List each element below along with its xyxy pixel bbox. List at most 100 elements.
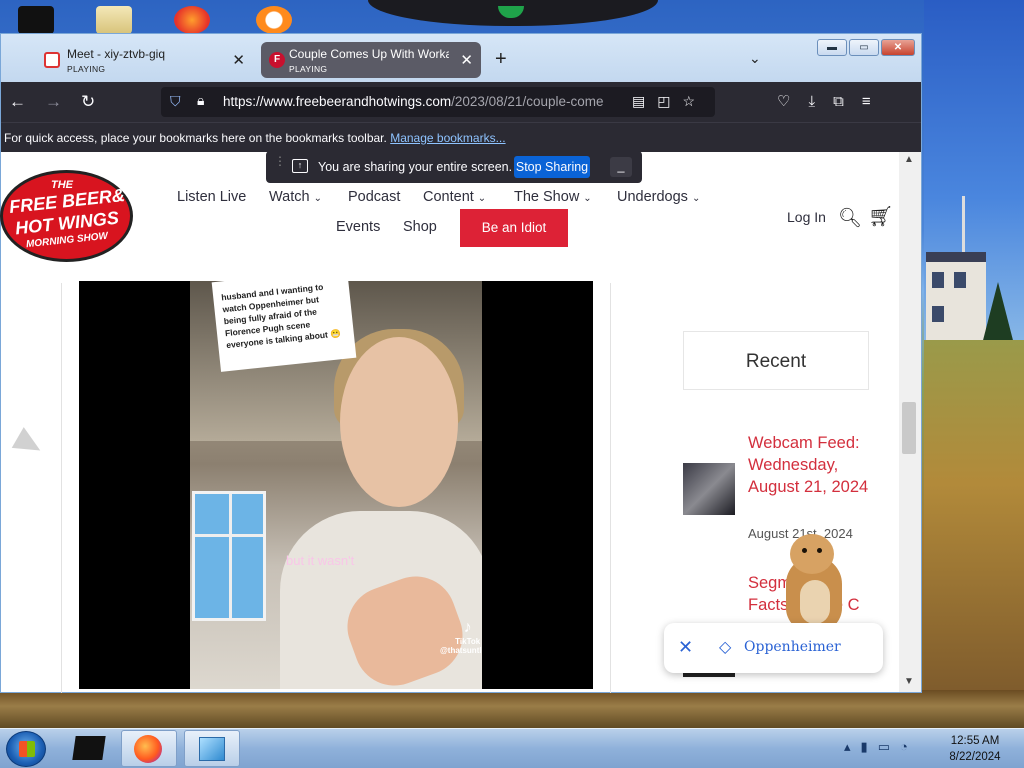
stop-sharing-button[interactable]: Stop Sharing	[514, 156, 590, 178]
back-arrow-icon[interactable]: ←	[9, 92, 26, 112]
scroll-down-arrow-icon[interactable]: ▼	[904, 676, 914, 687]
recent-heading: Recent	[745, 351, 807, 372]
list-all-tabs-chevron-icon[interactable]: ⌄	[749, 50, 761, 67]
tiktok-label: TikTok	[455, 637, 481, 646]
be-an-idiot-button[interactable]: Be an Idiot	[460, 209, 568, 247]
clock-time: 12:55 AM	[950, 735, 1000, 747]
picture-in-picture-icon[interactable]: ◰	[657, 93, 682, 109]
nav-events[interactable]: Events	[336, 219, 380, 235]
url-bar[interactable]: ⛉ 🔒︎ https://www.freebeerandhotwings.com…	[161, 87, 715, 117]
tiktok-handle: @thatsuntlove	[440, 646, 482, 655]
extensions-icon[interactable]: ⧉	[833, 93, 862, 110]
url-path: /2023/08/21/couple-come	[451, 94, 604, 109]
nav-underdogs[interactable]: Underdogs ⌄	[617, 189, 700, 205]
tab-close-icon[interactable]: ✕	[232, 51, 245, 69]
tag-icon: ◇	[719, 639, 732, 656]
desktop-bottom-strip	[0, 690, 1024, 730]
pocket-icon[interactable]: ♡	[777, 93, 808, 110]
search-icon[interactable]: 🔍︎	[838, 206, 862, 230]
tray-network-icon[interactable]: ◔	[900, 739, 918, 754]
taskbar-app-3[interactable]	[184, 730, 240, 767]
post-thumbnail[interactable]	[683, 463, 735, 515]
scrollbar-thumb[interactable]	[902, 402, 916, 454]
site-logo[interactable]: THE FREE BEER& HOT WINGS MORNING SHOW	[0, 170, 133, 262]
drag-handle-icon[interactable]: ⋮	[274, 155, 286, 167]
video-frame: husband and I wanting to watch Oppenheim…	[190, 281, 482, 689]
column-divider	[610, 283, 611, 693]
minimize-button[interactable]: ▬	[817, 39, 847, 56]
tray-expand-icon[interactable]: ▴	[844, 739, 861, 754]
manage-bookmarks-link[interactable]: Manage bookmarks...	[390, 131, 505, 145]
clock-date: 8/22/2024	[949, 751, 1001, 763]
login-link[interactable]: Log In	[787, 209, 826, 225]
tiktok-video-embed[interactable]: husband and I wanting to watch Oppenheim…	[79, 281, 593, 689]
chevron-down-icon: ⌄	[583, 193, 592, 204]
nav-shop[interactable]: Shop	[403, 219, 437, 235]
nav-watch[interactable]: Watch ⌄	[269, 189, 322, 205]
system-tray: ▴▮▭◔	[844, 739, 918, 755]
menu-hamburger-icon[interactable]: ≡	[862, 93, 889, 110]
tab-couple-article[interactable]: F Couple Comes Up With Workar PLAYING ✕	[261, 42, 481, 78]
downloads-icon[interactable]: ⤓	[808, 93, 833, 110]
window-controls: ▬ ▭ ✕	[817, 39, 917, 57]
desktop-icon-1[interactable]	[18, 6, 54, 34]
tray-display-icon[interactable]: ▭	[878, 739, 900, 754]
hide-share-bar-button[interactable]: _	[610, 157, 632, 177]
desktop-icon-4[interactable]	[256, 6, 292, 34]
hamster-head	[790, 534, 834, 574]
navigation-toolbar: ← → ↻ ⛉ 🔒︎ https://www.freebeerandhotwin…	[1, 82, 921, 122]
desktop-icon-firefox[interactable]	[174, 6, 210, 34]
meet-icon	[44, 52, 60, 68]
close-icon[interactable]: ✕	[678, 637, 693, 658]
video-subtitle: but it wasn't	[286, 553, 355, 568]
tab-title: Meet - xiy-ztvb-giq	[67, 47, 166, 61]
nav-listen-live[interactable]: Listen Live	[177, 189, 246, 205]
nav-the-show-label: The Show	[514, 189, 580, 205]
freebeer-favicon-icon: F	[269, 52, 285, 68]
tray-app-icon[interactable]: ▮	[861, 739, 878, 754]
app-icon	[199, 737, 225, 761]
maximize-button[interactable]: ▭	[849, 39, 879, 56]
firefox-icon	[134, 735, 162, 763]
reload-icon[interactable]: ↻	[81, 92, 95, 112]
screen-share-icon: ↑	[292, 159, 308, 173]
hamster-eye	[817, 548, 822, 553]
desktop-house	[926, 252, 986, 344]
desktop-icon-2[interactable]	[96, 6, 132, 34]
video-person-face	[340, 337, 458, 507]
desktop-field	[924, 340, 1024, 700]
tracking-shield-icon[interactable]: ⛉	[170, 93, 181, 110]
forward-arrow-icon[interactable]: →	[45, 92, 62, 112]
screen-share-bar: ⋮ ↑ You are sharing your entire screen. …	[266, 151, 642, 183]
toolbar-right-icons: ♡⤓⧉≡	[777, 92, 889, 110]
tab-status: PLAYING	[289, 64, 328, 74]
url-text[interactable]: https://www.freebeerandhotwings.com/2023…	[223, 94, 623, 109]
windows-taskbar: ▴▮▭◔ 12:55 AM 8/22/2024	[0, 728, 1024, 768]
column-divider	[61, 283, 62, 693]
hamster-sticker	[780, 534, 846, 636]
taskbar-app-1[interactable]	[62, 730, 118, 767]
page-scrollbar[interactable]: ▲ ▼	[899, 152, 921, 692]
reader-view-icon[interactable]: ▤	[632, 93, 657, 109]
scroll-up-arrow-icon[interactable]: ▲	[904, 154, 914, 165]
new-tab-plus-icon[interactable]: +	[495, 48, 507, 71]
system-clock[interactable]: 12:55 AM 8/22/2024	[940, 733, 1010, 765]
close-window-button[interactable]: ✕	[881, 39, 915, 56]
nav-podcast[interactable]: Podcast	[348, 189, 400, 205]
lock-icon[interactable]: 🔒︎	[197, 92, 204, 109]
cart-icon[interactable]: 🛒︎	[868, 204, 893, 229]
bookmark-star-icon[interactable]: ☆	[682, 93, 707, 109]
chip-label[interactable]: Oppenheimer	[744, 639, 841, 655]
chevron-down-icon: ⌄	[313, 193, 322, 204]
nav-content[interactable]: Content ⌄	[423, 189, 486, 205]
chevron-down-icon: ⌄	[477, 193, 487, 204]
start-button[interactable]	[6, 731, 46, 767]
post-title-link[interactable]: Webcam Feed: Wednesday, August 21, 2024	[748, 432, 878, 498]
tab-meet[interactable]: Meet - xiy-ztvb-giq PLAYING ✕	[39, 42, 253, 78]
taskbar-firefox[interactable]	[121, 730, 177, 767]
nav-the-show[interactable]: The Show ⌄	[514, 189, 592, 205]
nav-underdogs-label: Underdogs	[617, 189, 688, 205]
video-caption-box: husband and I wanting to watch Oppenheim…	[211, 281, 357, 372]
windows-logo-icon	[19, 741, 35, 757]
tab-close-icon[interactable]: ✕	[460, 51, 473, 69]
